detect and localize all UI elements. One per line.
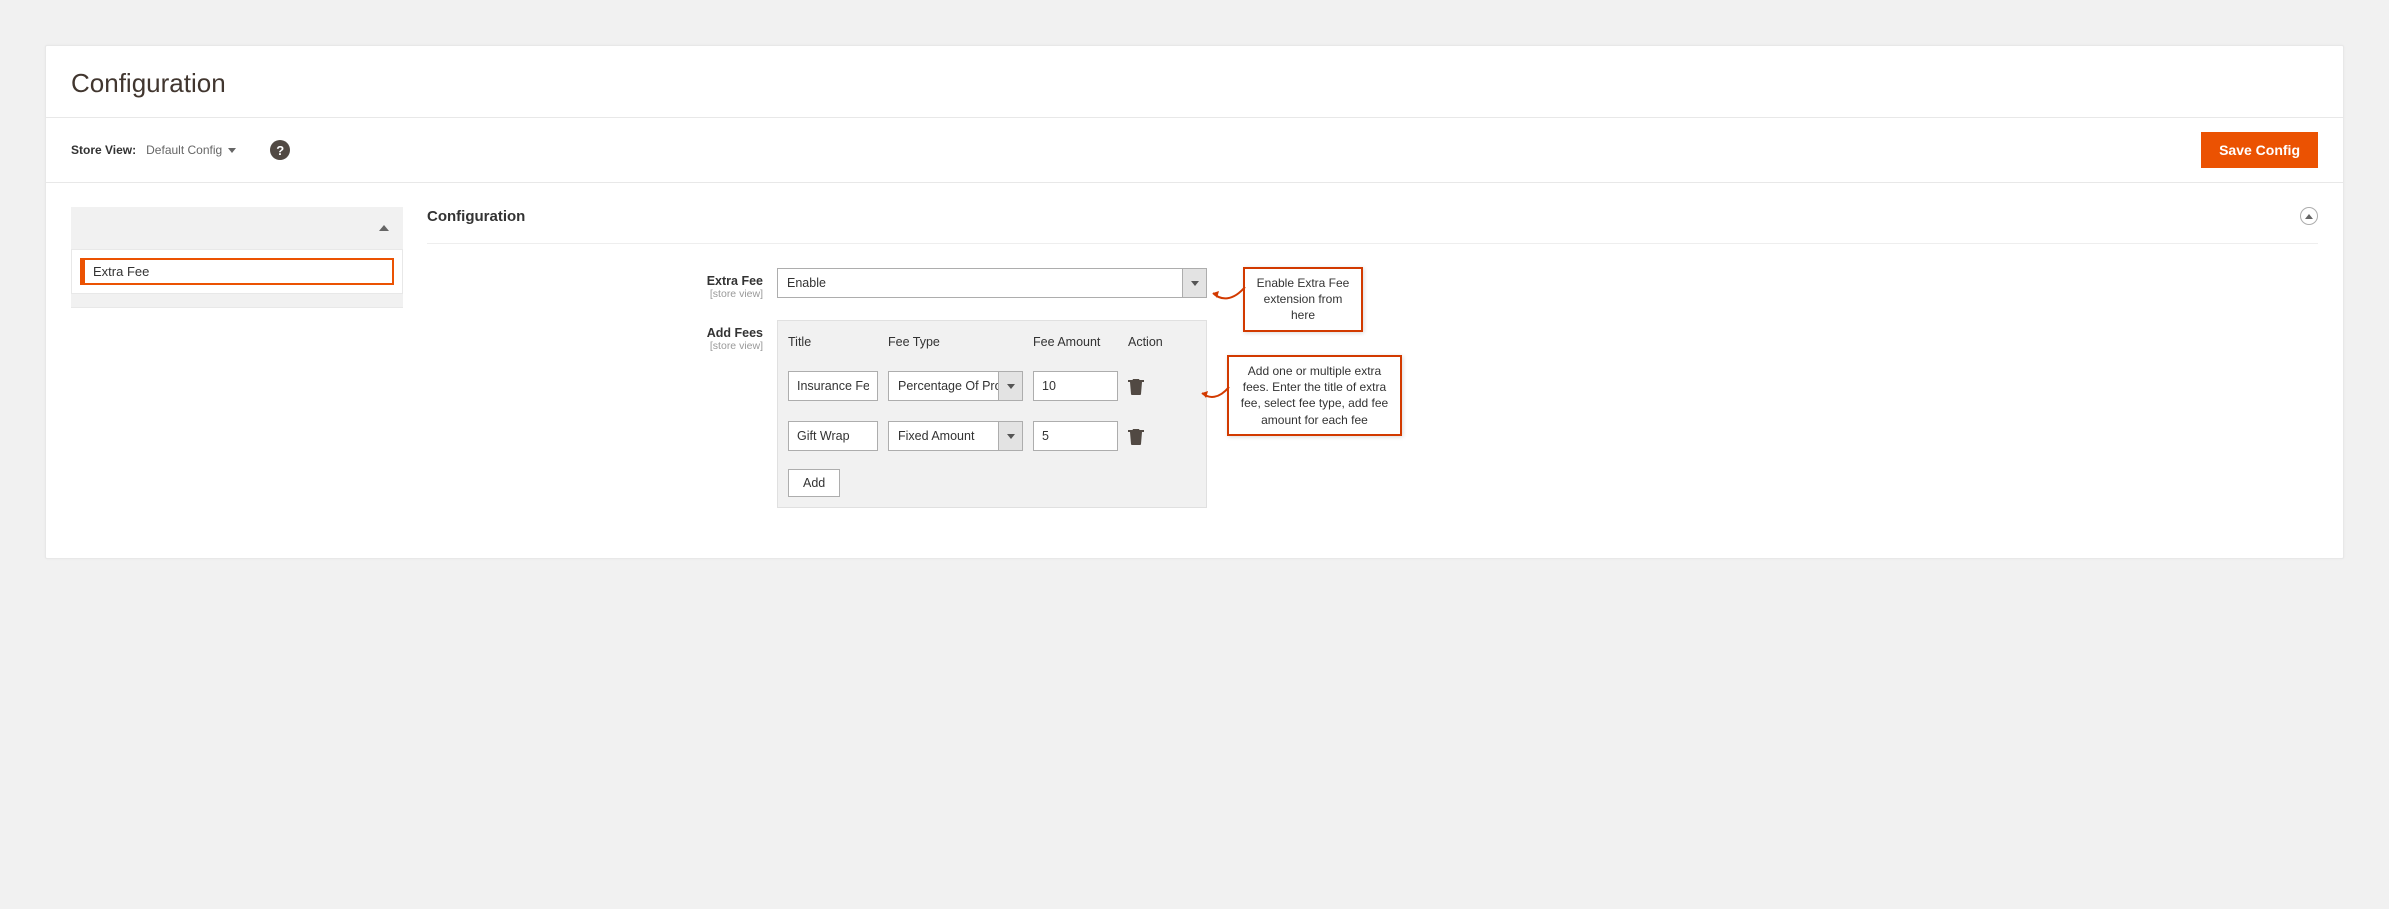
save-config-button[interactable]: Save Config (2201, 132, 2318, 168)
config-panel: Configuration Store View: Default Config… (45, 45, 2344, 559)
fee-amount-input[interactable] (1033, 371, 1118, 401)
caret-down-icon (228, 148, 236, 153)
content-area: Configuration Extra Fee [store view] Ena… (427, 207, 2318, 528)
field-control-col: Title Fee Type Fee Amount Action Percent… (777, 320, 1207, 508)
field-scope: [store view] (427, 340, 763, 352)
trash-icon[interactable] (1128, 377, 1144, 395)
field-label-col: Extra Fee [store view] (427, 268, 777, 300)
fee-amount-input[interactable] (1033, 421, 1118, 451)
sidebar: Extra Fee (71, 207, 403, 528)
store-view-select[interactable]: Default Config (146, 143, 236, 157)
store-view-label: Store View: (71, 143, 136, 157)
page-title: Configuration (46, 46, 2343, 117)
field-control-col: Enable (777, 268, 1207, 298)
caret-down-icon (998, 372, 1022, 400)
fees-table-header: Title Fee Type Fee Amount Action (788, 331, 1196, 361)
caret-down-icon (998, 422, 1022, 450)
sidebar-item-wrap: Extra Fee (71, 249, 403, 294)
chevron-up-icon (2305, 214, 2313, 219)
fees-table: Title Fee Type Fee Amount Action Percent… (777, 320, 1207, 508)
callout-enable: Enable Extra Fee extension from here (1243, 267, 1363, 332)
select-value: Enable (778, 269, 1182, 297)
fee-title-input[interactable] (788, 371, 878, 401)
sidebar-item-label: Extra Fee (93, 264, 149, 279)
caret-down-icon (1182, 269, 1206, 297)
col-action: Action (1128, 335, 1178, 349)
section-title: Configuration (427, 208, 525, 225)
store-view-value: Default Config (146, 143, 222, 157)
fee-type-select[interactable]: Fixed Amount (888, 421, 1023, 451)
sidebar-group-toggle[interactable] (71, 207, 403, 249)
top-bar: Store View: Default Config ? Save Config (46, 117, 2343, 183)
store-view-group: Store View: Default Config ? (71, 140, 290, 160)
select-value: Percentage Of Proc (889, 372, 998, 400)
table-row: Fixed Amount (788, 411, 1196, 461)
callout-add-fees: Add one or multiple extra fees. Enter th… (1227, 355, 1402, 436)
section-collapse-toggle[interactable] (2300, 207, 2318, 225)
field-extra-fee: Extra Fee [store view] Enable (427, 268, 2318, 300)
select-value: Fixed Amount (889, 422, 998, 450)
col-amount: Fee Amount (1033, 335, 1128, 349)
field-label-col: Add Fees [store view] (427, 320, 777, 352)
field-scope: [store view] (427, 288, 763, 300)
field-label: Extra Fee (427, 274, 763, 288)
field-label: Add Fees (427, 326, 763, 340)
sidebar-divider (71, 294, 403, 308)
section-header: Configuration (427, 207, 2318, 244)
trash-icon[interactable] (1128, 427, 1144, 445)
fee-type-select[interactable]: Percentage Of Proc (888, 371, 1023, 401)
main-body: Extra Fee Configuration Extra Fee [store… (46, 183, 2343, 558)
sidebar-item-extra-fee[interactable]: Extra Fee (80, 258, 394, 285)
help-icon[interactable]: ? (270, 140, 290, 160)
table-row: Percentage Of Proc (788, 361, 1196, 411)
col-type: Fee Type (888, 335, 1033, 349)
fee-title-input[interactable] (788, 421, 878, 451)
add-fee-button[interactable]: Add (788, 469, 840, 497)
chevron-up-icon (379, 225, 389, 231)
col-title: Title (788, 335, 888, 349)
extra-fee-select[interactable]: Enable (777, 268, 1207, 298)
